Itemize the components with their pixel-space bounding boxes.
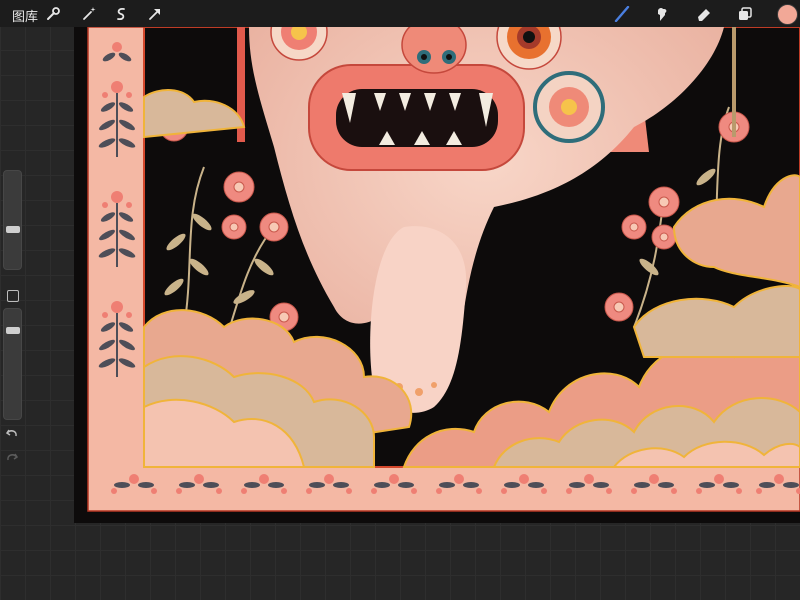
selection-icon — [117, 7, 125, 21]
brush-size-thumb[interactable] — [6, 226, 20, 233]
redo-button[interactable] — [5, 450, 19, 464]
artwork-illustration — [87, 27, 800, 512]
eraser-button[interactable] — [694, 4, 714, 24]
brush-button[interactable] — [612, 4, 632, 24]
layers-icon — [739, 7, 752, 20]
selection-button[interactable] — [111, 4, 131, 24]
transform-button[interactable] — [145, 4, 165, 24]
adjustments-button[interactable] — [79, 4, 99, 24]
layers-button[interactable] — [735, 4, 755, 24]
cheek-medallion — [533, 71, 605, 143]
current-color-swatch[interactable] — [777, 4, 798, 25]
artwork-canvas[interactable] — [74, 27, 800, 523]
actions-button[interactable] — [43, 4, 63, 24]
top-toolbar: 图库 — [0, 0, 800, 27]
brush-icon — [614, 6, 630, 22]
opacity-thumb[interactable] — [6, 327, 20, 334]
undo-button[interactable] — [5, 426, 19, 440]
modify-button[interactable] — [7, 290, 19, 302]
smudge-icon — [658, 7, 667, 21]
wrench-icon — [47, 7, 60, 20]
opacity-slider[interactable] — [3, 308, 22, 420]
left-sidebar — [0, 168, 24, 468]
magic-wand-icon — [83, 7, 96, 20]
brush-size-slider[interactable] — [3, 170, 22, 270]
redo-icon — [7, 453, 19, 461]
cursor-arrow-icon — [149, 9, 160, 20]
undo-icon — [5, 429, 17, 437]
smudge-button[interactable] — [652, 4, 672, 24]
gallery-button[interactable]: 图库 — [10, 4, 40, 27]
eraser-icon — [698, 9, 710, 21]
